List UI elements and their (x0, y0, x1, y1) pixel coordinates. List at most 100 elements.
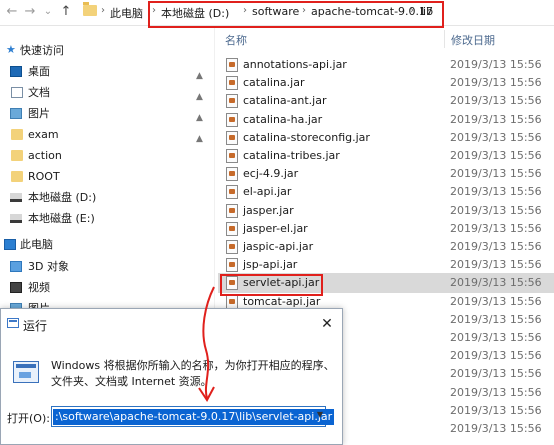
forward-arrow-icon[interactable]: → (22, 3, 38, 21)
sidebar-item-label: 快速访问 (20, 44, 64, 57)
file-name: jaspic-api.jar (243, 240, 314, 253)
file-date: 2019/3/13 15:56 (450, 349, 542, 363)
run-dialog: 运行 ✕ Windows 将根据你所输入的名称，为你打开相应的程序、 文件夹、文… (0, 308, 343, 445)
back-arrow-icon[interactable]: ← (4, 3, 20, 21)
desktop-icon (10, 66, 22, 77)
sidebar-item-3d-objects[interactable]: 3D 对象 (0, 256, 214, 277)
jar-file-icon (226, 203, 238, 218)
jar-file-icon (226, 112, 238, 127)
file-name: catalina-ant.jar (243, 94, 327, 108)
file-date: 2019/3/13 15:56 (450, 367, 542, 381)
file-row[interactable]: annotations-api.jar 2019/3/13 15:56 (218, 55, 554, 75)
sidebar-item-pictures-pc[interactable]: 图片 (0, 298, 214, 308)
computer-icon (4, 239, 16, 250)
up-arrow-icon[interactable]: ↑ (58, 3, 74, 21)
file-date: 2019/3/13 15:56 (450, 240, 542, 253)
file-name: jsp-api.jar (243, 258, 298, 272)
file-name: annotations-api.jar (243, 58, 347, 71)
file-row[interactable]: catalina-storeconfig.jar 2019/3/13 15:56 (218, 128, 554, 148)
document-icon (11, 87, 23, 98)
sidebar-item-label: exam (28, 128, 59, 141)
folder-icon (11, 150, 23, 161)
file-name: jasper.jar (243, 203, 294, 217)
open-combobox[interactable]: :\software\apache-tomcat-9.0.17\lib\serv… (51, 406, 335, 427)
file-row[interactable]: catalina-ha.jar 2019/3/13 15:56 (218, 110, 554, 130)
sidebar-item-action[interactable]: action (0, 145, 214, 166)
file-row[interactable]: el-api.jar 2019/3/13 15:56 (218, 182, 554, 202)
file-row[interactable]: catalina-tribes.jar 2019/3/13 15:56 (218, 146, 554, 166)
sidebar-item-label: 3D 对象 (28, 260, 69, 273)
file-row[interactable]: catalina.jar 2019/3/13 15:56 (218, 73, 554, 93)
file-highlight-box (220, 274, 323, 296)
file-date: 2019/3/13 15:56 (450, 58, 542, 71)
sidebar-item-drive-d[interactable]: 本地磁盘 (D:) (0, 187, 214, 208)
chevron-down-icon[interactable]: ▼ (317, 410, 323, 419)
file-row[interactable]: jsp-api.jar 2019/3/13 15:56 (218, 255, 554, 275)
breadcrumb-this-pc[interactable]: 此电脑 (110, 5, 143, 21)
file-date: 2019/3/13 15:56 (450, 422, 542, 435)
column-divider[interactable] (444, 30, 445, 48)
run-dialog-titlebar[interactable]: 运行 ✕ (1, 309, 342, 339)
jar-file-icon (226, 130, 238, 145)
file-date: 2019/3/13 15:56 (450, 149, 542, 162)
pane-divider[interactable] (214, 28, 215, 308)
jar-file-icon (226, 167, 238, 182)
jar-file-icon (226, 185, 238, 200)
sidebar-item-videos[interactable]: 视频 (0, 277, 214, 298)
sidebar-item-label: ROOT (28, 170, 60, 183)
sidebar-item-exam[interactable]: exam ▲ (0, 124, 214, 145)
file-date: 2019/3/13 15:56 (450, 276, 542, 290)
sidebar-item-drive-e[interactable]: 本地磁盘 (E:) (0, 208, 214, 229)
drive-icon (10, 214, 22, 223)
sidebar-item-desktop[interactable]: 桌面 ▲ (0, 61, 214, 82)
file-date: 2019/3/13 15:56 (450, 331, 542, 344)
sidebar-item-documents[interactable]: 文档 ▲ (0, 82, 214, 103)
file-date: 2019/3/13 15:56 (450, 294, 542, 308)
file-row[interactable]: jaspic-api.jar 2019/3/13 15:56 (218, 237, 554, 257)
file-name: tomcat-api.jar (243, 294, 321, 308)
column-header-name[interactable]: 名称 (225, 32, 247, 48)
sidebar-item-root[interactable]: ROOT (0, 166, 214, 187)
file-row[interactable]: ecj-4.9.jar 2019/3/13 15:56 (218, 164, 554, 184)
jar-file-icon (226, 294, 238, 309)
recent-locations-icon[interactable]: ⌄ (40, 3, 56, 21)
jar-file-icon (226, 221, 238, 236)
jar-file-icon (226, 94, 238, 109)
description-line: Windows 将根据你所输入的名称，为你打开相应的程序、 (51, 359, 335, 372)
sidebar-item-label: 本地磁盘 (D:) (28, 191, 97, 204)
sidebar-item-label: 视频 (28, 281, 50, 294)
video-icon (10, 282, 22, 293)
sidebar-this-pc[interactable]: 此电脑 (0, 234, 214, 255)
navigation-pane: ★ 快速访问 桌面 ▲ 文档 ▲ 图片 ▲ exam ▲ action ROOT… (0, 28, 214, 308)
jar-file-icon (226, 58, 238, 72)
sidebar-quick-access[interactable]: ★ 快速访问 (0, 40, 214, 61)
breadcrumb-separator[interactable]: › (101, 5, 105, 16)
file-date: 2019/3/13 15:56 (450, 203, 542, 217)
file-row[interactable]: catalina-ant.jar 2019/3/13 15:56 (218, 91, 554, 111)
file-row[interactable]: jasper.jar 2019/3/13 15:56 (218, 201, 554, 221)
run-dialog-description: Windows 将根据你所输入的名称，为你打开相应的程序、 文件夹、文档或 In… (51, 358, 335, 390)
run-app-icon (7, 318, 19, 328)
jar-file-icon (226, 76, 238, 91)
file-row[interactable]: jasper-el.jar 2019/3/13 15:56 (218, 219, 554, 239)
file-name: ecj-4.9.jar (243, 167, 299, 181)
3d-objects-icon (10, 261, 22, 272)
file-name: catalina-storeconfig.jar (243, 130, 370, 144)
file-date: 2019/3/13 15:56 (450, 94, 542, 108)
close-icon[interactable]: ✕ (317, 314, 337, 334)
open-input-value[interactable]: :\software\apache-tomcat-9.0.17\lib\serv… (53, 409, 335, 425)
folder-icon (11, 171, 23, 182)
file-name: catalina-tribes.jar (243, 149, 340, 162)
sidebar-item-pictures[interactable]: 图片 ▲ (0, 103, 214, 124)
file-date: 2019/3/13 15:56 (450, 221, 542, 235)
column-header-date[interactable]: 修改日期 (451, 32, 495, 48)
sidebar-item-label: 图片 (28, 107, 50, 120)
drive-icon (10, 193, 22, 202)
open-label: 打开(O): (7, 412, 50, 425)
jar-file-icon (226, 240, 238, 254)
jar-file-icon (226, 258, 238, 273)
file-date: 2019/3/13 15:56 (450, 403, 542, 417)
file-date: 2019/3/13 15:56 (450, 258, 542, 272)
file-date: 2019/3/13 15:56 (450, 112, 542, 126)
file-name: el-api.jar (243, 185, 292, 199)
